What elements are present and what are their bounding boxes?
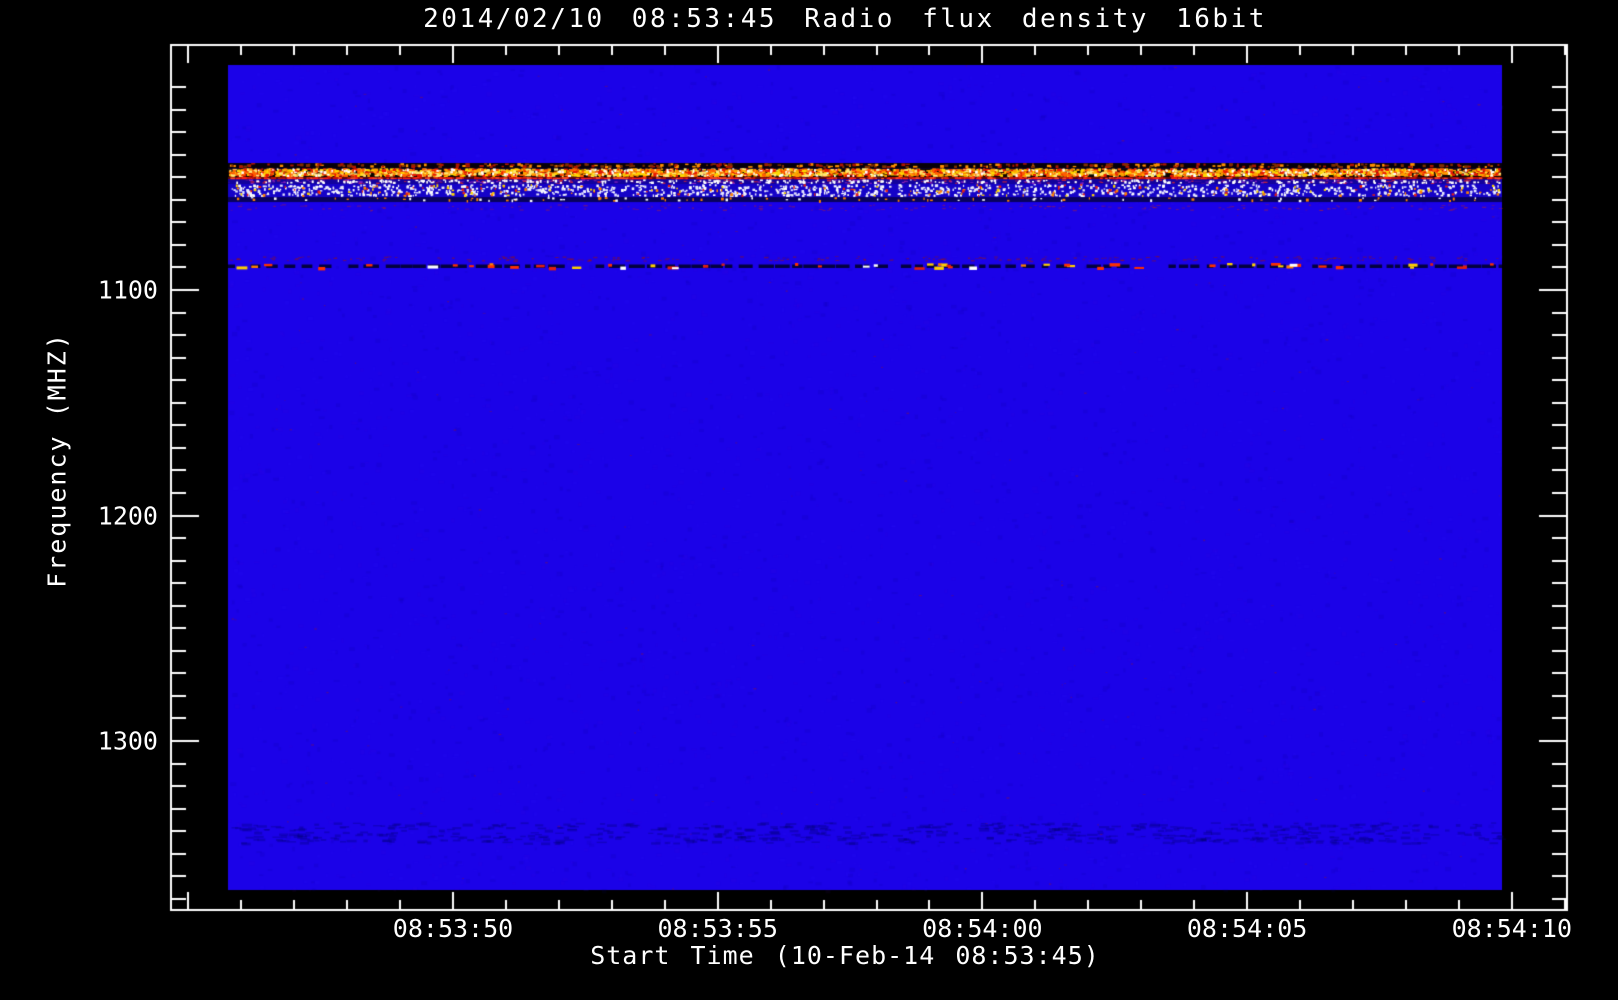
y-tick-label: 1100 (97, 275, 158, 305)
x-tick-label: 08:54:00 (922, 914, 1043, 943)
y-axis-label: Frequency (MHZ) (42, 332, 72, 588)
x-tick-label: 08:53:55 (657, 914, 778, 943)
x-tick-label: 08:54:05 (1186, 914, 1308, 943)
x-axis-label: Start Time (10-Feb-14 08:53:45) (590, 941, 1100, 970)
y-tick-label: 1300 (97, 726, 158, 756)
x-tick-label: 08:53:50 (392, 914, 514, 943)
spectrogram-figure: 2014/02/10 08:53:45 Radio flux density 1… (0, 0, 1618, 1000)
spectrogram-canvas (0, 0, 1618, 1000)
x-tick-label: 08:54:10 (1451, 914, 1573, 943)
y-tick-label: 1200 (97, 501, 158, 530)
plot-title: 2014/02/10 08:53:45 Radio flux density 1… (423, 4, 1267, 34)
